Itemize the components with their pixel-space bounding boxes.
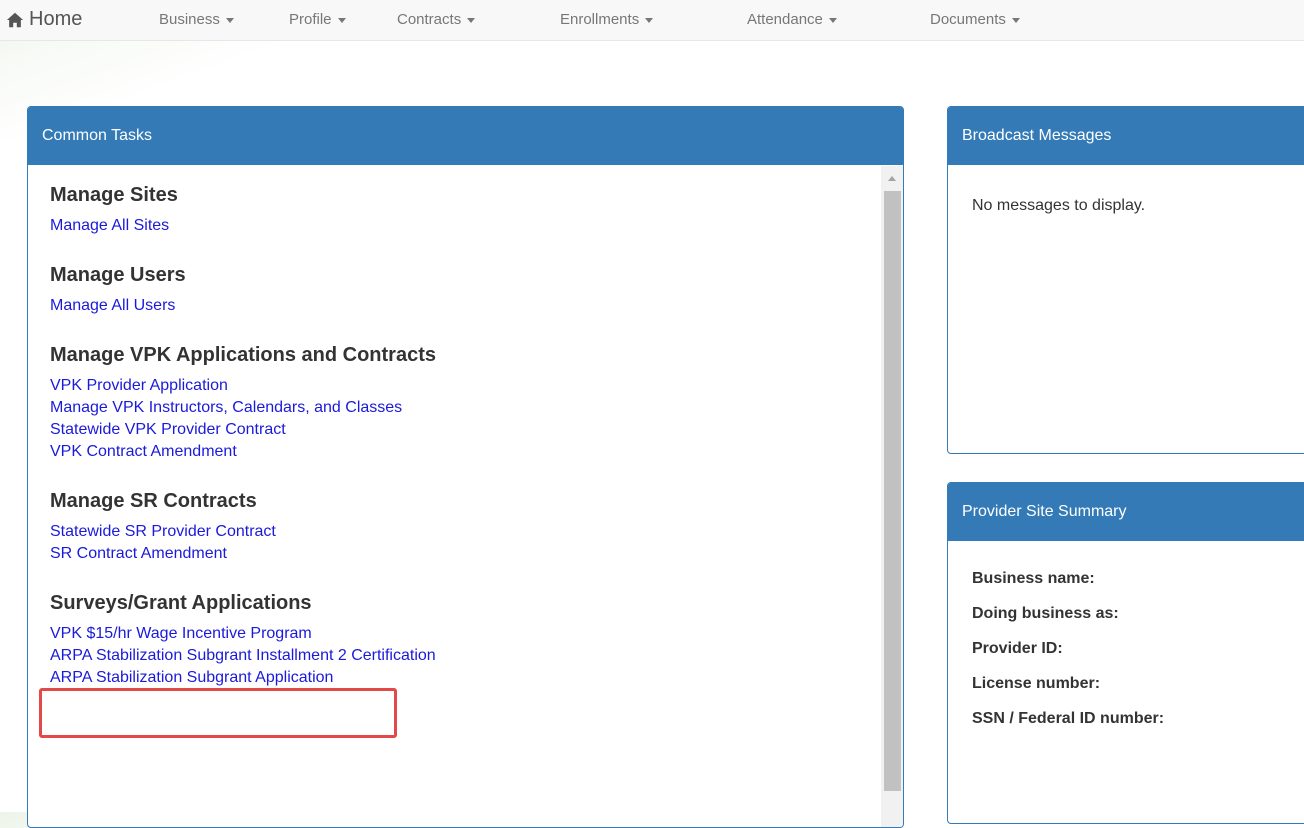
label-doing-business-as: Doing business as: [972, 605, 1119, 622]
link-manage-vpk-instructors[interactable]: Manage VPK Instructors, Calendars, and C… [50, 397, 870, 419]
nav-home-label: Home [29, 8, 83, 30]
section-heading: Manage Users [50, 264, 186, 286]
scroll-up-arrow-icon[interactable] [888, 176, 896, 181]
nav-enrollments[interactable]: Enrollments [560, 11, 654, 28]
caret-down-icon [225, 17, 234, 23]
section-vpk-applications: Manage VPK Applications and Contracts VP… [50, 344, 870, 463]
nav-contracts-label: Contracts [397, 11, 462, 28]
label-ssn-federal-id: SSN / Federal ID number: [972, 710, 1165, 727]
section-heading: Manage Sites [50, 184, 178, 206]
summary-title: Provider Site Summary [948, 483, 1304, 541]
nav-documents-label: Documents [930, 11, 1006, 28]
link-vpk-provider-application[interactable]: VPK Provider Application [50, 375, 870, 397]
section-manage-users: Manage Users Manage All Users [50, 264, 870, 317]
caret-down-icon [467, 17, 476, 23]
nav-attendance-label: Attendance [747, 11, 823, 28]
caret-down-icon [645, 17, 654, 23]
section-heading: Surveys/Grant Applications [50, 592, 312, 614]
label-business-name: Business name: [972, 570, 1095, 587]
caret-down-icon [828, 17, 837, 23]
section-sr-contracts: Manage SR Contracts Statewide SR Provide… [50, 490, 870, 565]
broadcast-messages-panel: Broadcast Messages No messages to displa… [947, 106, 1304, 454]
section-surveys-grants: Surveys/Grant Applications VPK $15/hr Wa… [50, 592, 870, 689]
section-heading: Manage SR Contracts [50, 490, 257, 512]
common-tasks-body: Manage Sites Manage All Sites Manage Use… [28, 166, 903, 827]
common-tasks-panel: Common Tasks Manage Sites Manage All Sit… [27, 106, 904, 828]
link-vpk-contract-amendment[interactable]: VPK Contract Amendment [50, 441, 870, 463]
common-tasks-title: Common Tasks [28, 107, 903, 165]
label-license-number: License number: [972, 675, 1101, 692]
nav-contracts[interactable]: Contracts [397, 11, 476, 28]
link-statewide-sr-contract[interactable]: Statewide SR Provider Contract [50, 521, 870, 543]
caret-down-icon [1011, 17, 1020, 23]
nav-documents[interactable]: Documents [930, 11, 1020, 28]
provider-site-summary-panel: Provider Site Summary Business name: Doi… [947, 482, 1304, 824]
nav-enrollments-label: Enrollments [560, 11, 640, 28]
nav-business[interactable]: Business [159, 11, 234, 28]
link-sr-contract-amendment[interactable]: SR Contract Amendment [50, 543, 870, 565]
tasks-scrollbar[interactable] [881, 166, 903, 827]
section-manage-sites: Manage Sites Manage All Sites [50, 184, 870, 237]
broadcast-title: Broadcast Messages [948, 107, 1304, 165]
nav-business-label: Business [159, 11, 220, 28]
home-icon [6, 12, 24, 27]
top-navbar: Home Business Profile Contracts Enrollme… [0, 0, 1304, 41]
broadcast-empty-message: No messages to display. [972, 197, 1146, 214]
nav-attendance[interactable]: Attendance [747, 11, 837, 28]
nav-home[interactable]: Home [6, 8, 82, 31]
link-vpk-wage-incentive[interactable]: VPK $15/hr Wage Incentive Program [50, 623, 870, 645]
nav-profile[interactable]: Profile [289, 11, 346, 28]
link-manage-all-users[interactable]: Manage All Users [50, 295, 870, 317]
label-provider-id: Provider ID: [972, 640, 1063, 657]
nav-profile-label: Profile [289, 11, 332, 28]
link-manage-all-sites[interactable]: Manage All Sites [50, 215, 870, 237]
caret-down-icon [337, 17, 346, 23]
scroll-thumb[interactable] [884, 191, 901, 791]
section-heading: Manage VPK Applications and Contracts [50, 344, 436, 366]
link-arpa-application[interactable]: ARPA Stabilization Subgrant Application [50, 667, 870, 689]
link-statewide-vpk-contract[interactable]: Statewide VPK Provider Contract [50, 419, 870, 441]
link-arpa-installment-2[interactable]: ARPA Stabilization Subgrant Installment … [50, 645, 870, 667]
